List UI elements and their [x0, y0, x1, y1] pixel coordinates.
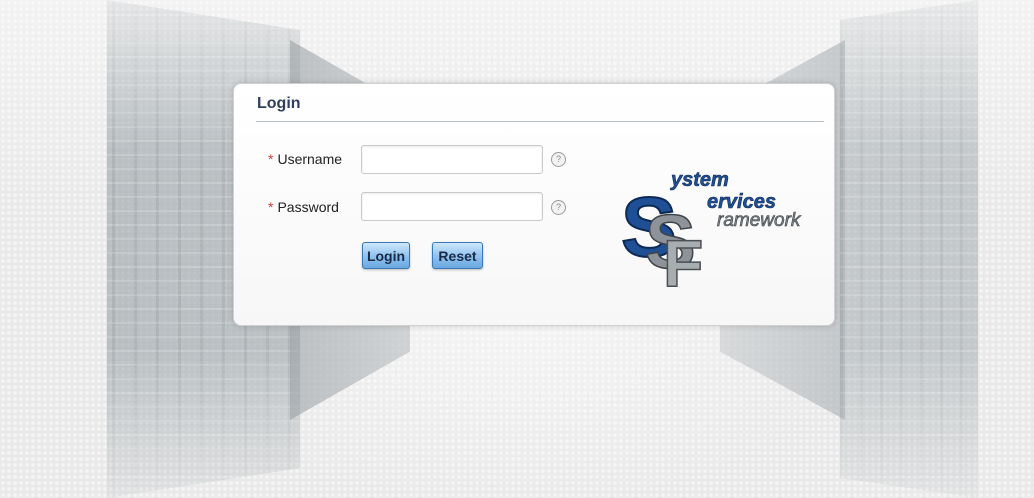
username-input[interactable]	[361, 145, 543, 174]
login-panel: Login * Username ? * Password ? Login Rese…	[233, 83, 835, 326]
password-label-text: Password	[277, 199, 339, 215]
username-label: * Username	[268, 151, 342, 167]
panel-title: Login	[257, 95, 301, 112]
server-rack-right-image	[840, 0, 978, 498]
ssf-logo: S S F ystem ervices ramework	[620, 169, 802, 289]
login-button[interactable]: Login	[362, 242, 410, 269]
required-marker: *	[268, 199, 274, 215]
username-help-icon[interactable]: ?	[551, 152, 566, 167]
password-input[interactable]	[361, 192, 543, 221]
required-marker: *	[268, 151, 274, 167]
logo-word-ramework: ramework	[717, 210, 802, 231]
logo-word-ystem: ystem	[670, 169, 729, 191]
reset-button[interactable]: Reset	[432, 242, 483, 269]
username-label-text: Username	[277, 151, 343, 167]
logo-letter-f: F	[663, 226, 703, 289]
title-divider	[256, 121, 824, 122]
password-help-icon[interactable]: ?	[551, 200, 566, 215]
password-label: * Password	[268, 199, 339, 215]
